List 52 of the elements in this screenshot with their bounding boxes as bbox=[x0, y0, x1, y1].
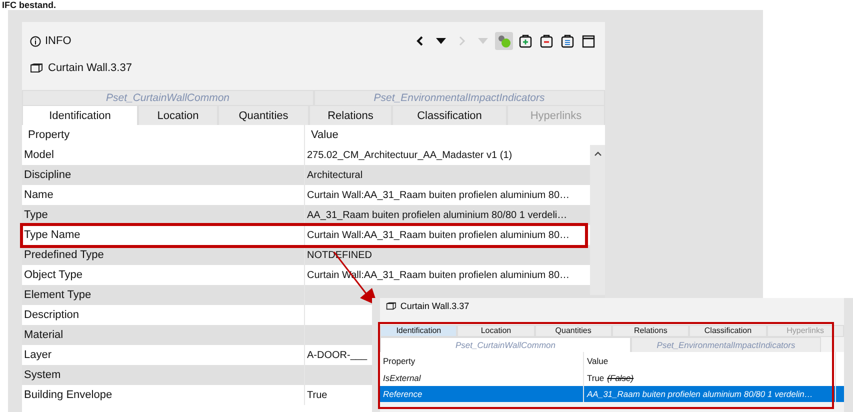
property-name: Type bbox=[24, 209, 48, 221]
tab[interactable]: Relations bbox=[612, 325, 690, 337]
tab[interactable]: Classification bbox=[689, 325, 767, 337]
tab[interactable]: Location bbox=[457, 325, 535, 337]
table-row[interactable]: Reference AA_31_Raam buiten profielen aluminium 80/80 1 verdelin… bbox=[380, 386, 844, 402]
property-name: Type Name bbox=[24, 229, 80, 241]
cubes-icon bbox=[497, 34, 511, 48]
property-name: Predefined Type bbox=[24, 249, 104, 261]
property-name: Discipline bbox=[24, 169, 72, 181]
table-row[interactable]: IsExternal True (False) bbox=[380, 370, 844, 386]
property-value: Architectural bbox=[307, 170, 363, 180]
property-value: AA_31_Raam buiten profielen aluminium 80/80 1 verdeli… bbox=[307, 210, 568, 220]
chevron-up-icon bbox=[594, 151, 602, 156]
property-value: Curtain Wall:AA_31_Raam buiten profielen aluminium 80… bbox=[307, 230, 570, 240]
property-name: Description bbox=[24, 309, 80, 321]
property-value: Curtain Wall:AA_31_Raam buiten profielen aluminium 80… bbox=[307, 190, 570, 200]
clipboard-list-icon bbox=[560, 34, 574, 48]
object-name: Curtain Wall.3.37 bbox=[400, 301, 470, 311]
property-name: System bbox=[24, 369, 61, 381]
clipboard-plus-icon bbox=[518, 34, 532, 48]
property-name: Model bbox=[24, 149, 54, 161]
tab[interactable]: Relations bbox=[309, 105, 392, 125]
tab[interactable]: Quantities bbox=[218, 105, 309, 125]
property-name: Name bbox=[24, 189, 54, 201]
table-cell: AA_31_Raam buiten profielen aluminium 80/80 1 verdelin… bbox=[584, 386, 836, 402]
object-name: Curtain Wall.3.37 bbox=[48, 62, 132, 74]
chevron-left-icon bbox=[416, 36, 424, 46]
tab[interactable]: Quantities bbox=[534, 325, 612, 337]
window-icon bbox=[582, 34, 594, 48]
caret-down-icon bbox=[478, 38, 488, 44]
property-name: Material bbox=[24, 329, 64, 341]
wall-icon bbox=[30, 63, 43, 73]
property-name: Building Envelope bbox=[24, 389, 112, 401]
page-heading: IFC bestand. bbox=[2, 0, 56, 10]
property-name: Object Type bbox=[24, 269, 82, 281]
tab[interactable]: Identification bbox=[380, 325, 458, 337]
property-value: A-DOOR-___ bbox=[307, 350, 368, 360]
property-name: Layer bbox=[24, 349, 52, 361]
info-icon bbox=[30, 36, 41, 46]
scrollbar[interactable] bbox=[590, 145, 605, 295]
chevron-right-icon bbox=[458, 36, 466, 46]
panel-title: INFO bbox=[45, 35, 72, 47]
clipboard-minus-icon bbox=[540, 34, 552, 48]
tab[interactable]: Classification bbox=[392, 105, 507, 125]
tab[interactable]: Identification bbox=[22, 105, 138, 125]
wall-icon bbox=[386, 302, 396, 310]
property-name: Element Type bbox=[24, 289, 92, 301]
property-value: 275.02_CM_Architectuur_AA_Madaster v1 (1) bbox=[307, 150, 512, 160]
property-value: True bbox=[307, 390, 328, 400]
caret-down-icon bbox=[436, 38, 446, 44]
tab[interactable]: Location bbox=[138, 105, 218, 125]
column-header: Value bbox=[310, 128, 340, 143]
